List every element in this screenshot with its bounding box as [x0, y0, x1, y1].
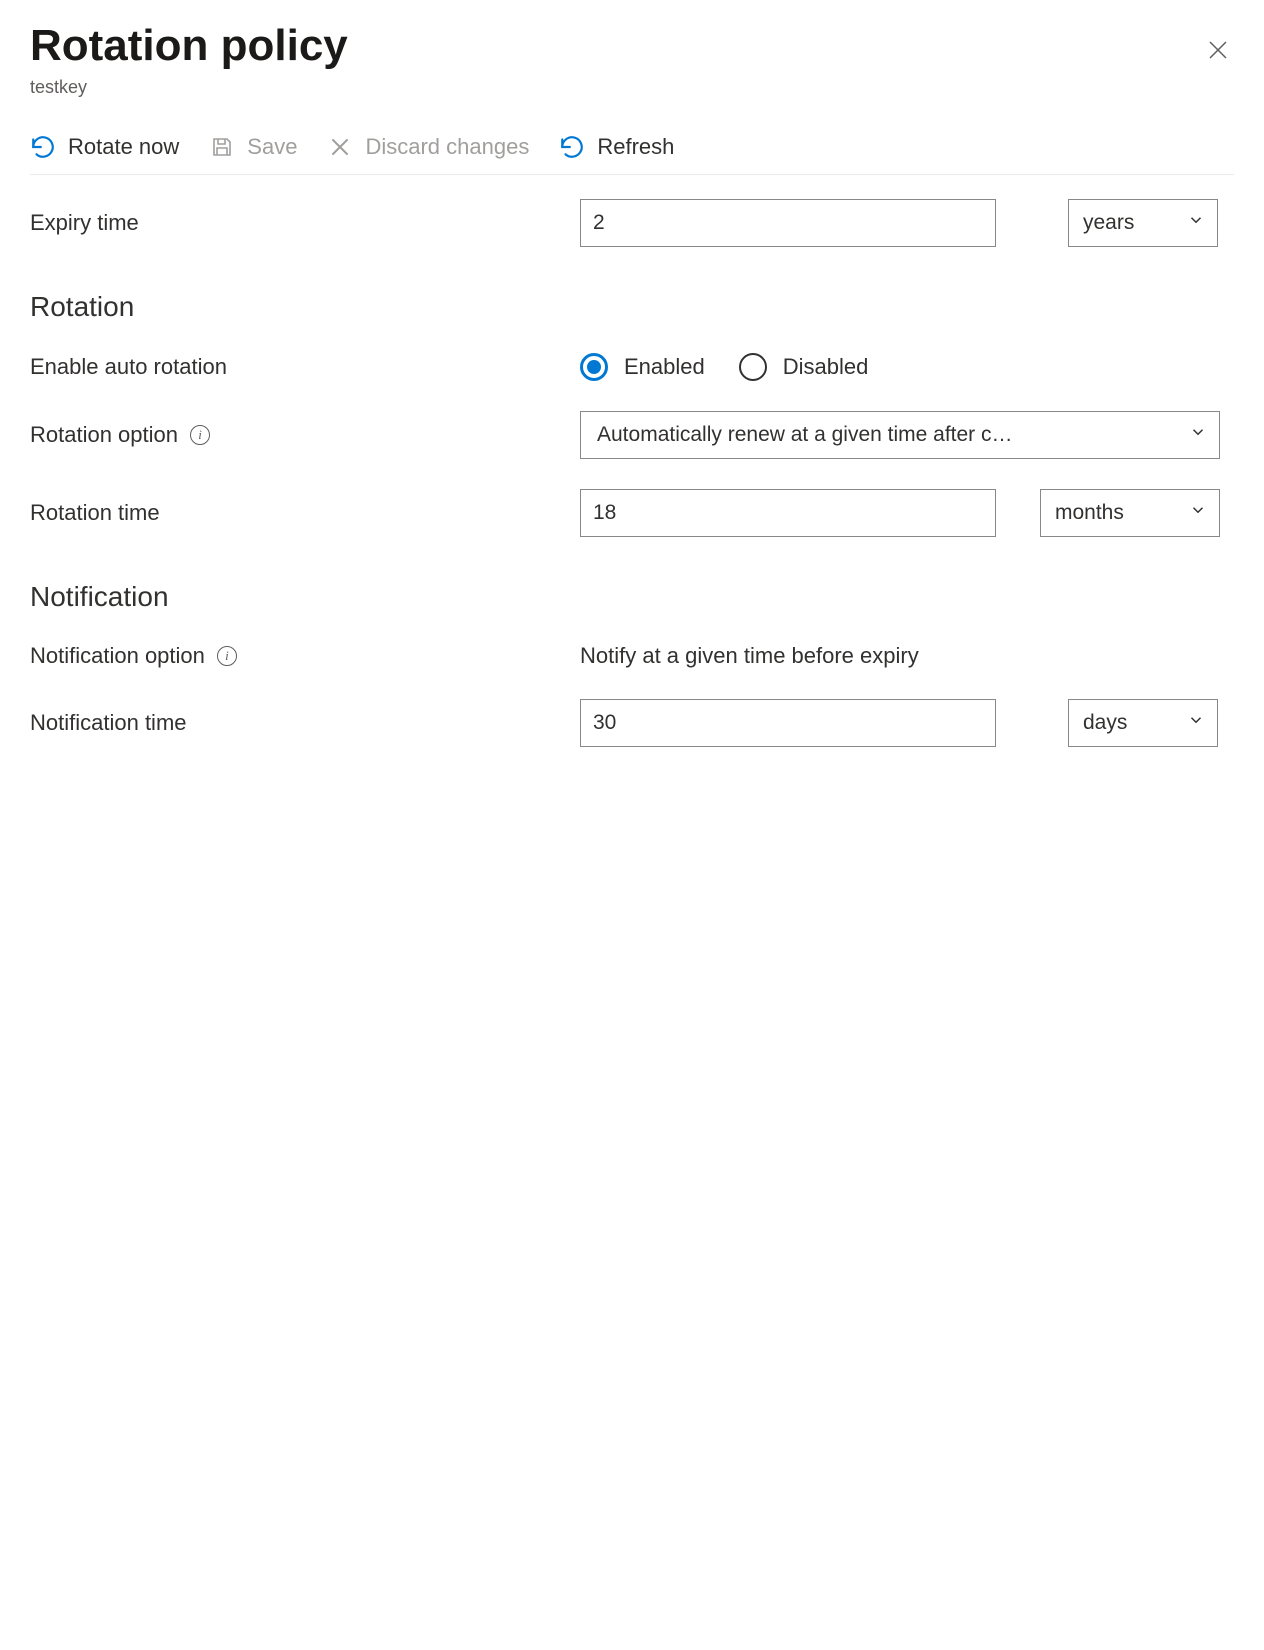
- rotation-time-unit-select[interactable]: months: [1040, 489, 1220, 537]
- close-icon: [1206, 38, 1230, 62]
- expiry-time-label: Expiry time: [30, 210, 580, 236]
- refresh-icon: [559, 134, 585, 160]
- disabled-radio-label: Disabled: [783, 354, 869, 380]
- toolbar: Rotate now Save Discard changes Refresh: [30, 134, 1234, 175]
- expiry-time-row: Expiry time years: [30, 199, 1234, 247]
- discard-button: Discard changes: [327, 134, 529, 160]
- rotate-now-label: Rotate now: [68, 134, 179, 160]
- rotate-now-button[interactable]: Rotate now: [30, 134, 179, 160]
- rotation-option-row: Rotation option i Automatically renew at…: [30, 411, 1234, 459]
- notification-time-label: Notification time: [30, 710, 580, 736]
- chevron-down-icon: [1187, 211, 1205, 235]
- info-icon[interactable]: i: [217, 646, 237, 666]
- enable-auto-rotation-label: Enable auto rotation: [30, 354, 580, 380]
- notification-time-unit-select[interactable]: days: [1068, 699, 1218, 747]
- rotation-option-select[interactable]: Automatically renew at a given time afte…: [580, 411, 1220, 459]
- refresh-button[interactable]: Refresh: [559, 134, 674, 160]
- notification-time-input[interactable]: [580, 699, 996, 747]
- auto-rotation-enabled-radio[interactable]: Enabled: [580, 353, 705, 381]
- save-label: Save: [247, 134, 297, 160]
- expiry-time-input[interactable]: [580, 199, 996, 247]
- save-button: Save: [209, 134, 297, 160]
- rotation-option-label: Rotation option: [30, 422, 178, 448]
- chevron-down-icon: [1187, 711, 1205, 735]
- rotation-option-value: Automatically renew at a given time afte…: [597, 423, 1173, 447]
- discard-icon: [327, 134, 353, 160]
- refresh-label: Refresh: [597, 134, 674, 160]
- discard-label: Discard changes: [365, 134, 529, 160]
- expiry-time-unit-select[interactable]: years: [1068, 199, 1218, 247]
- rotation-time-input[interactable]: [580, 489, 996, 537]
- radio-icon: [580, 353, 608, 381]
- notification-option-row: Notification option i Notify at a given …: [30, 643, 1234, 669]
- enabled-radio-label: Enabled: [624, 354, 705, 380]
- notification-option-value: Notify at a given time before expiry: [580, 643, 919, 669]
- notification-time-row: Notification time days: [30, 699, 1234, 747]
- expiry-time-unit-value: years: [1083, 211, 1134, 235]
- save-icon: [209, 134, 235, 160]
- info-icon[interactable]: i: [190, 425, 210, 445]
- notification-time-unit-value: days: [1083, 711, 1127, 735]
- chevron-down-icon: [1189, 423, 1207, 447]
- radio-icon: [739, 353, 767, 381]
- rotation-time-row: Rotation time months: [30, 489, 1234, 537]
- page-subtitle: testkey: [30, 77, 348, 98]
- rotation-time-unit-value: months: [1055, 501, 1124, 525]
- rotation-time-label: Rotation time: [30, 500, 580, 526]
- rotate-icon: [30, 134, 56, 160]
- enable-auto-rotation-row: Enable auto rotation Enabled Disabled: [30, 353, 1234, 381]
- auto-rotation-radio-group: Enabled Disabled: [580, 353, 868, 381]
- notification-section-heading: Notification: [30, 581, 1234, 613]
- page-title: Rotation policy: [30, 20, 348, 73]
- rotation-section-heading: Rotation: [30, 291, 1234, 323]
- auto-rotation-disabled-radio[interactable]: Disabled: [739, 353, 869, 381]
- chevron-down-icon: [1189, 501, 1207, 525]
- close-button[interactable]: [1202, 34, 1234, 66]
- notification-option-label: Notification option: [30, 643, 205, 669]
